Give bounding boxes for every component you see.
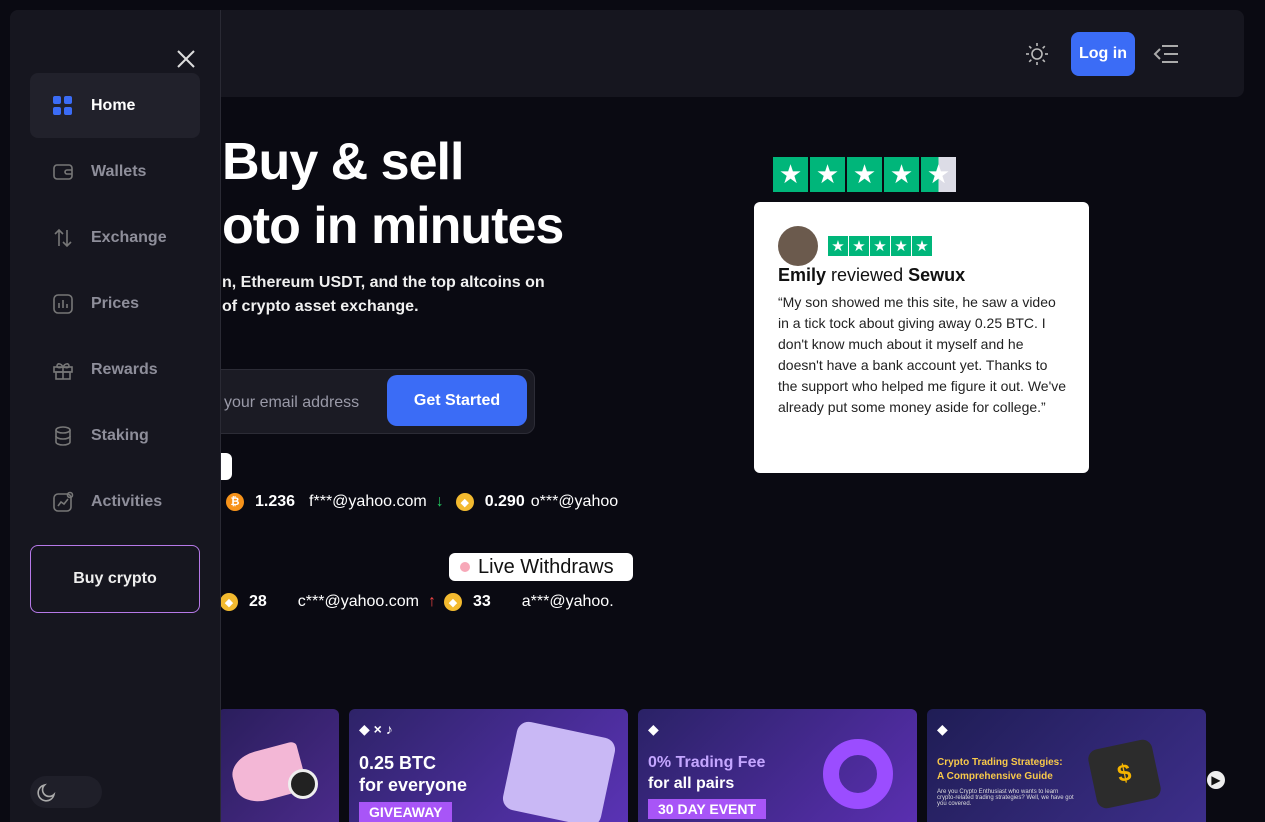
review-stars: ★ ★ ★ ★ ★: [828, 236, 932, 256]
hero-title: Buy & sell oto in minutes: [222, 133, 564, 255]
sidebar-item-wallets[interactable]: Wallets: [30, 139, 200, 204]
star-icon: ★: [847, 157, 882, 192]
sidebar-item-label: Activities: [91, 492, 163, 510]
star-icon: ★: [849, 236, 869, 256]
get-started-button[interactable]: Get Started: [387, 375, 527, 426]
sidebar-item-label: Exchange: [91, 228, 167, 246]
sidebar-item-label: Prices: [91, 294, 140, 312]
star-icon: ★: [884, 157, 919, 192]
zero-illustration: [823, 739, 893, 809]
review-text: “My son showed me this site, he saw a vi…: [778, 294, 1067, 415]
sidebar-item-exchange[interactable]: Exchange: [30, 205, 200, 270]
half-star-icon: ★: [921, 157, 956, 192]
chart-bars-icon: [52, 293, 74, 315]
ticker-amount: 0.290: [484, 493, 525, 510]
dollar-bag-icon: $: [1086, 737, 1163, 811]
star-icon: ★: [891, 236, 911, 256]
star-icon: ★: [773, 157, 808, 192]
buy-crypto-button[interactable]: Buy crypto: [30, 545, 200, 613]
promo-banner-guide[interactable]: ◆ Crypto Trading Strategies: A Comprehen…: [927, 709, 1206, 822]
sidebar-item-activities[interactable]: Activities: [30, 469, 200, 534]
live-dot: [460, 562, 470, 572]
promo-banner-giveaway[interactable]: ◆ × ♪ 0.25 BTC for everyone GIVEAWAY: [349, 709, 628, 822]
ticker-amount: 1.236: [255, 493, 296, 510]
ethereum-icon: ◆: [937, 721, 948, 737]
sidebar: Home Wallets Exchange Prices Rewards Sta…: [10, 10, 221, 822]
sidebar-item-label: Rewards: [91, 360, 158, 378]
ticker-email: f***@yahoo.com: [309, 493, 427, 510]
withdraw-email: a***@yahoo.: [521, 593, 614, 610]
activity-chart-icon: [52, 491, 74, 513]
ethereum-icon: ◆: [648, 721, 659, 737]
banner-subtitle: for all pairs: [648, 775, 735, 792]
banner-title: 0% Trading Fee: [648, 754, 766, 771]
live-withdraws-pill: Live Withdraws: [449, 553, 633, 581]
sidebar-item-rewards[interactable]: Rewards: [30, 337, 200, 402]
gift-icon: [52, 359, 74, 381]
banner-subtitle: for everyone: [359, 775, 468, 795]
star-icon: ★: [912, 236, 932, 256]
review-heading: Emily reviewed Sewux: [778, 265, 965, 286]
email-input[interactable]: [222, 390, 386, 416]
review-verb: reviewed: [831, 265, 904, 285]
bnb-icon: ◆: [455, 493, 474, 511]
exchange-arrows-icon: [52, 227, 74, 249]
coin-stack-icon: [52, 425, 74, 447]
bnb-icon: ◆: [443, 593, 462, 611]
banner-subtitle: A Comprehensive Guide: [937, 771, 1053, 782]
star-icon: ★: [870, 236, 890, 256]
ethereum-coin-icon: [288, 769, 318, 799]
sidebar-item-label: Home: [91, 96, 136, 114]
theme-toggle[interactable]: [30, 776, 102, 808]
ticker-row: ₿ 1.236 f***@yahoo.com ↓ ◆ 0.290 o***@ya…: [226, 493, 619, 511]
hero-subtitle: n, Ethereum USDT, and the top altcoins o…: [222, 274, 545, 315]
withdraw-row: ◆ 28 c***@yahoo.com ↑ ◆ 33 a***@yahoo.: [220, 593, 617, 611]
banner-title: 0.25 BTC: [359, 753, 437, 773]
reviewer-name: Emily: [778, 265, 827, 285]
sidebar-item-label: Staking: [91, 426, 149, 444]
wallet-icon: [52, 161, 74, 183]
promo-banner[interactable]: [218, 709, 339, 822]
close-icon[interactable]: [175, 48, 197, 70]
trustpilot-rating: ★ ★ ★ ★ ★: [773, 157, 956, 192]
star-icon: ★: [810, 157, 845, 192]
carousel-next-icon[interactable]: ▶: [1207, 771, 1225, 789]
withdraw-email: c***@yahoo.com: [297, 593, 419, 610]
banner-tag: 30 DAY EVENT: [648, 799, 767, 819]
arrow-up-icon: ↑: [427, 593, 436, 610]
menu-collapse-icon[interactable]: [1152, 40, 1180, 68]
banner-description: Are you Crypto Enthusiast who wants to l…: [937, 789, 1074, 807]
grid-icon: [52, 95, 74, 117]
sidebar-item-staking[interactable]: Staking: [30, 403, 200, 468]
wallet-illustration: [500, 719, 618, 822]
review-card: ★ ★ ★ ★ ★ Emily reviewed Sewux “My son s…: [754, 202, 1089, 473]
live-withdraws-label: Live Withdraws: [478, 555, 614, 578]
moon-icon: [37, 783, 56, 802]
banner-title: Crypto Trading Strategies:: [937, 757, 1063, 768]
avatar: [778, 226, 818, 266]
ticker-email: o***@yahoo: [530, 493, 619, 510]
sidebar-item-label: Wallets: [91, 162, 147, 180]
arrow-down-icon: ↓: [435, 493, 444, 510]
sidebar-item-prices[interactable]: Prices: [30, 271, 200, 336]
withdraw-amount: 33: [472, 593, 491, 610]
bnb-icon: ◆: [220, 593, 238, 611]
review-company: Sewux: [908, 265, 966, 285]
eth-tiktok-icon: ◆ × ♪: [359, 721, 393, 737]
banner-tag: GIVEAWAY: [359, 802, 453, 822]
star-icon: ★: [828, 236, 848, 256]
withdraw-amount: 28: [249, 593, 267, 610]
bitcoin-icon: ₿: [226, 493, 244, 511]
promo-banner-trading-fee[interactable]: ◆ 0% Trading Fee for all pairs 30 DAY EV…: [638, 709, 917, 822]
login-button[interactable]: Log in: [1071, 32, 1135, 76]
sun-icon[interactable]: [1025, 42, 1049, 66]
sidebar-item-home[interactable]: Home: [30, 73, 200, 138]
